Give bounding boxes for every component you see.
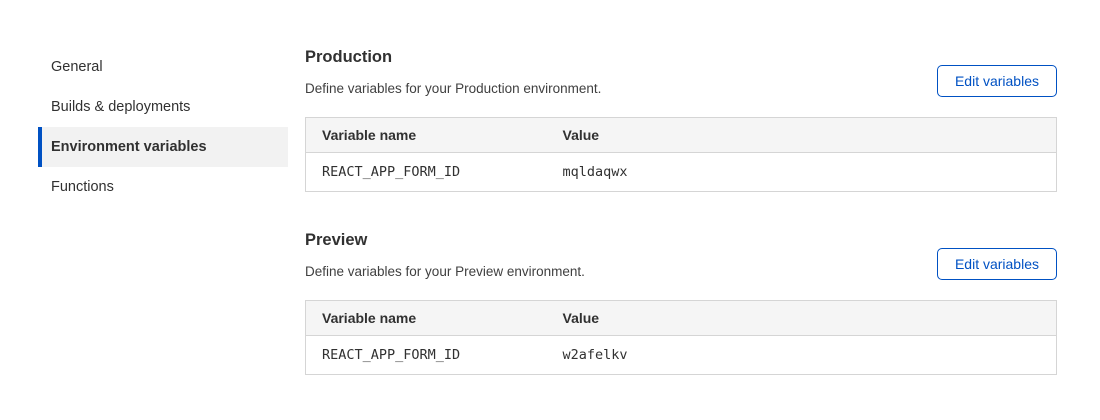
edit-variables-button-production[interactable]: Edit variables <box>937 65 1057 97</box>
section-title-preview: Preview <box>305 230 585 250</box>
production-section: Production Define variables for your Pro… <box>305 47 1057 192</box>
variable-name-cell: REACT_APP_FORM_ID <box>306 336 547 375</box>
preview-variables-table: Variable name Value REACT_APP_FORM_ID w2… <box>305 300 1057 375</box>
section-description-preview: Define variables for your Preview enviro… <box>305 263 585 280</box>
sidebar-item-environment-variables[interactable]: Environment variables <box>38 127 288 167</box>
edit-variables-button-preview[interactable]: Edit variables <box>937 248 1057 280</box>
table-header-row: Variable name Value <box>306 118 1057 153</box>
sidebar-item-general[interactable]: General <box>38 47 288 87</box>
sidebar-item-label: General <box>51 59 103 75</box>
table-header-row: Variable name Value <box>306 301 1057 336</box>
column-header-variable-name: Variable name <box>306 301 547 336</box>
table-row: REACT_APP_FORM_ID w2afelkv <box>306 336 1057 375</box>
preview-section-header: Preview Define variables for your Previe… <box>305 230 1057 280</box>
preview-section: Preview Define variables for your Previe… <box>305 230 1057 375</box>
production-variables-table: Variable name Value REACT_APP_FORM_ID mq… <box>305 117 1057 192</box>
column-header-value: Value <box>547 301 1057 336</box>
main-content: Production Define variables for your Pro… <box>305 47 1057 375</box>
column-header-value: Value <box>547 118 1057 153</box>
settings-sidebar: General Builds & deployments Environment… <box>38 47 288 375</box>
production-section-text: Production Define variables for your Pro… <box>305 47 601 97</box>
section-description-production: Define variables for your Production env… <box>305 80 601 97</box>
section-title-production: Production <box>305 47 601 67</box>
table-row: REACT_APP_FORM_ID mqldaqwx <box>306 153 1057 192</box>
sidebar-item-label: Functions <box>51 179 114 195</box>
sidebar-item-label: Environment variables <box>51 139 207 155</box>
variable-name-cell: REACT_APP_FORM_ID <box>306 153 547 192</box>
preview-section-text: Preview Define variables for your Previe… <box>305 230 585 280</box>
sidebar-item-functions[interactable]: Functions <box>38 167 288 207</box>
variable-value-cell: mqldaqwx <box>547 153 1057 192</box>
sidebar-item-label: Builds & deployments <box>51 99 190 115</box>
sidebar-item-builds-deployments[interactable]: Builds & deployments <box>38 87 288 127</box>
production-section-header: Production Define variables for your Pro… <box>305 47 1057 97</box>
column-header-variable-name: Variable name <box>306 118 547 153</box>
variable-value-cell: w2afelkv <box>547 336 1057 375</box>
environment-variables-page: General Builds & deployments Environment… <box>0 0 1100 375</box>
